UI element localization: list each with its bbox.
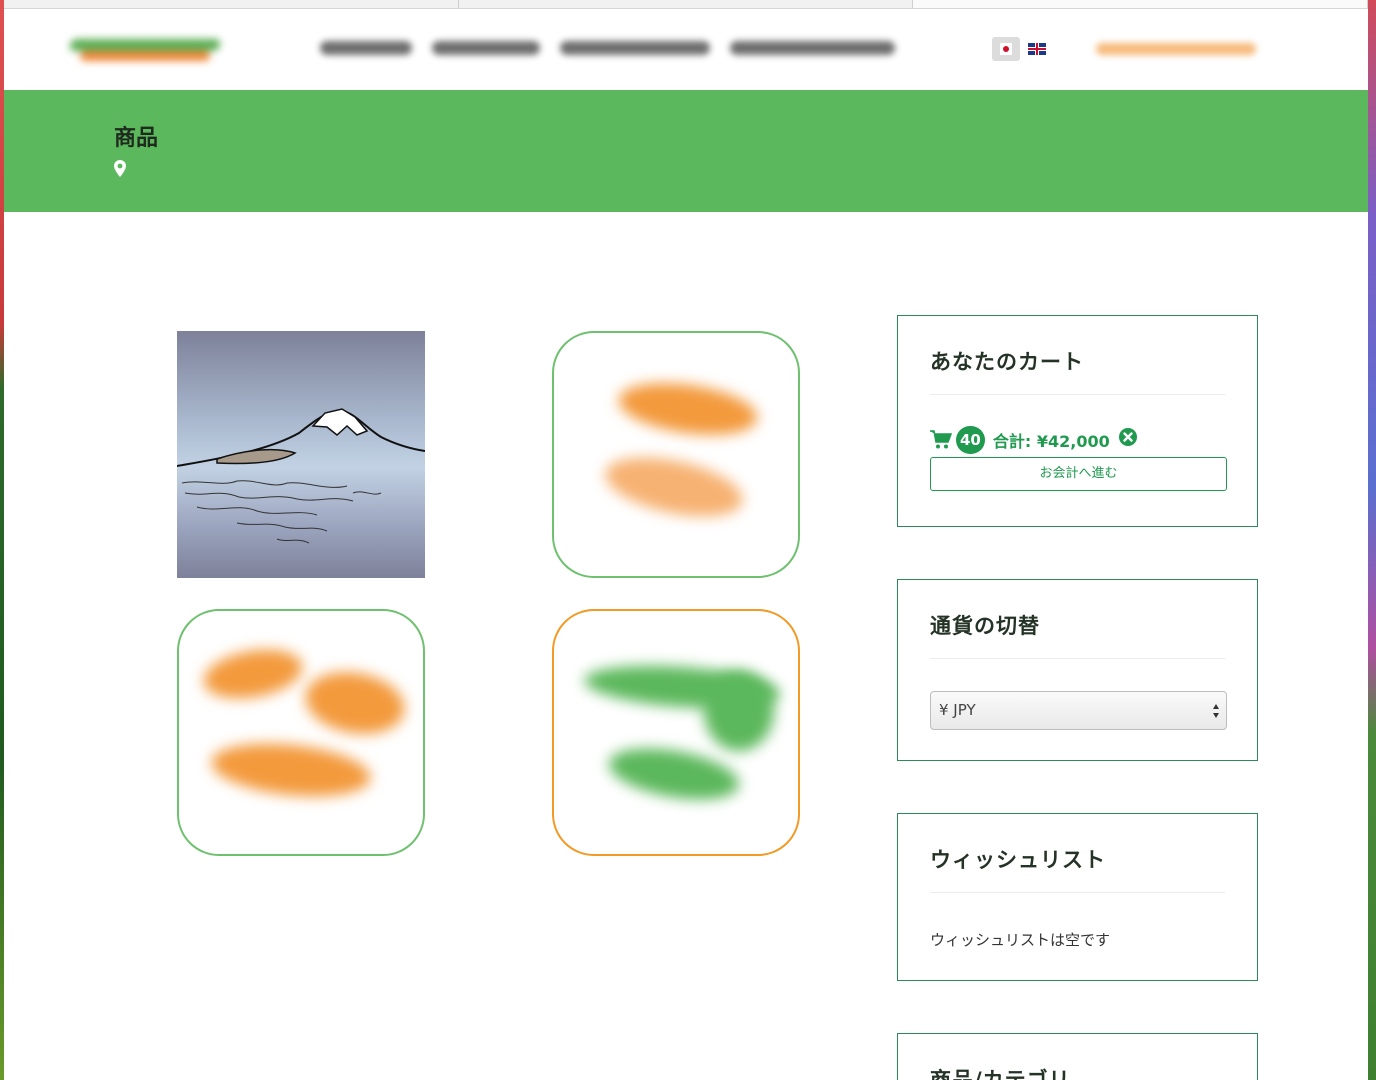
currency-select[interactable]: ¥ JPY [930, 691, 1227, 730]
product-image-placeholder[interactable] [552, 331, 800, 578]
site-logo[interactable] [66, 35, 226, 69]
site-header [4, 9, 1368, 90]
wishlist-widget: ウィッシュリスト ウィッシュリストは空です [897, 813, 1258, 981]
product-image-placeholder[interactable] [177, 609, 425, 856]
browser-tab[interactable] [458, 0, 914, 8]
categories-widget-title: 商品/カテゴリ [930, 1068, 1071, 1080]
browser-tab-active[interactable] [913, 0, 1368, 8]
main-navigation [320, 41, 895, 59]
page-title: 商品 [114, 126, 159, 151]
cart-count-badge: 40 [956, 426, 985, 454]
select-arrows-icon [1213, 704, 1219, 718]
cart-total: 合計: ¥42,000 [992, 432, 1110, 451]
desktop-background-right [1368, 0, 1376, 1080]
shopping-cart-icon[interactable] [930, 430, 952, 450]
browser-window: 商品 あなたのカート 40 合計: ¥42,000 お会計へ進む 通貨の切替 ¥… [4, 0, 1368, 1080]
nav-link[interactable] [560, 41, 710, 55]
japan-flag-icon[interactable] [992, 37, 1020, 61]
clear-cart-icon[interactable] [1118, 427, 1138, 447]
checkout-button[interactable]: お会計へ進む [930, 457, 1227, 491]
divider [930, 892, 1225, 893]
cart-summary: 40 合計: ¥42,000 [930, 426, 1138, 454]
currency-widget: 通貨の切替 ¥ JPY [897, 579, 1258, 761]
cart-widget: あなたのカート 40 合計: ¥42,000 お会計へ進む [897, 315, 1258, 527]
nav-link[interactable] [320, 41, 412, 55]
page-banner: 商品 [4, 90, 1368, 212]
browser-tab[interactable] [4, 0, 459, 8]
divider [930, 394, 1225, 395]
cart-widget-title: あなたのカート [930, 350, 1084, 374]
nav-link[interactable] [432, 41, 540, 55]
language-switcher [992, 37, 1046, 61]
currency-selected-value: ¥ JPY [939, 701, 976, 719]
product-image-mount-fuji[interactable] [176, 331, 426, 578]
map-pin-icon [114, 160, 126, 177]
wishlist-empty-message: ウィッシュリストは空です [930, 931, 1111, 949]
categories-widget: 商品/カテゴリ [897, 1033, 1258, 1080]
account-link[interactable] [1096, 43, 1256, 55]
currency-widget-title: 通貨の切替 [930, 614, 1040, 638]
uk-flag-icon[interactable] [1028, 43, 1046, 55]
divider [930, 658, 1225, 659]
product-image-placeholder[interactable] [552, 609, 800, 856]
browser-tab-strip [4, 0, 1368, 9]
wishlist-widget-title: ウィッシュリスト [930, 848, 1106, 872]
nav-dropdown[interactable] [730, 41, 895, 55]
